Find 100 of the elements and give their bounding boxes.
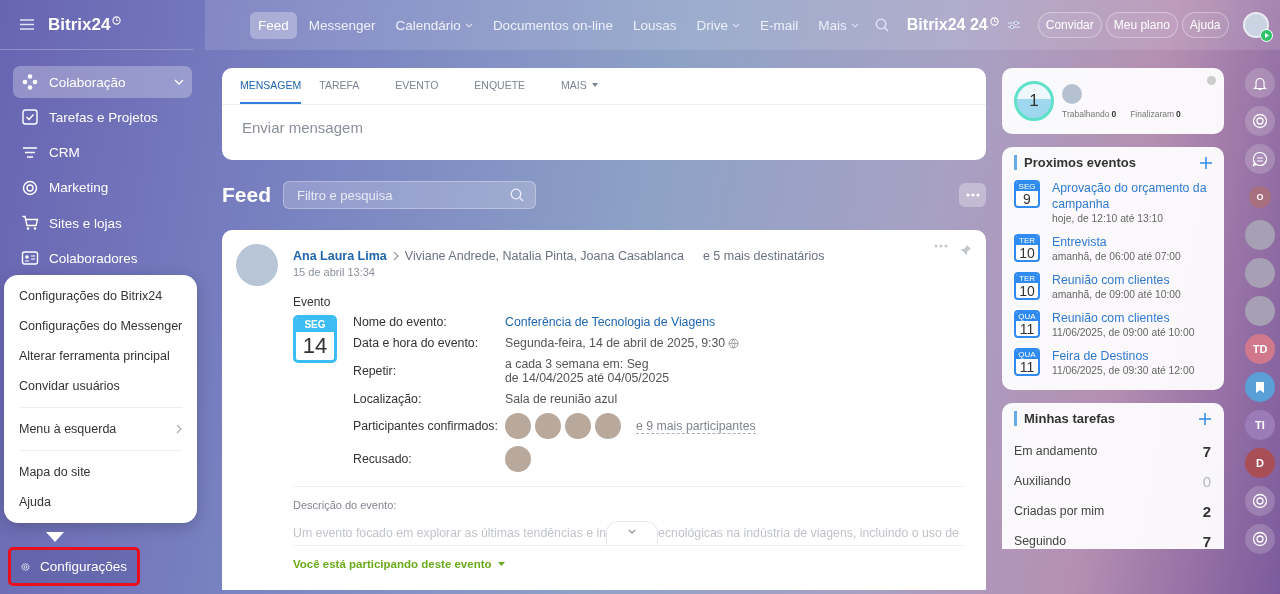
sidebar-item[interactable]: Marketing	[13, 171, 192, 204]
participant-avatar[interactable]	[505, 446, 531, 472]
checkbox-icon	[21, 108, 39, 127]
event-link[interactable]: Entrevista	[1052, 234, 1181, 250]
pulse-counter[interactable]: 1	[1014, 81, 1054, 121]
event-link[interactable]: Feira de Destinos	[1052, 348, 1195, 364]
cart-icon	[21, 214, 39, 233]
composer-tab[interactable]: EVENTO	[395, 68, 457, 104]
task-filter-link[interactable]: Criadas por mim	[1014, 504, 1105, 518]
nav-tab[interactable]: Calendário	[387, 11, 481, 39]
field-value: a cada 3 semana em: Seg de 14/04/2025 até 04/05/2025	[505, 357, 671, 385]
menu-item[interactable]: Alterar ferramenta principal	[4, 341, 198, 371]
menu-icon[interactable]	[20, 19, 34, 30]
menu-item[interactable]: Configurações do Bitrix24	[4, 281, 198, 311]
caret-icon	[732, 22, 740, 28]
recipients[interactable]: Viviane Andrede, Natalia Pinta, Joana Casablanca	[404, 249, 684, 263]
help-icon[interactable]	[1207, 76, 1216, 85]
event-time: amanhã, de 06:00 até 07:00	[1052, 251, 1181, 262]
author-avatar[interactable]	[236, 244, 278, 286]
chat-avatar[interactable]: D	[1245, 448, 1275, 478]
chevron-icon[interactable]	[174, 79, 184, 85]
chat-avatar[interactable]	[1245, 220, 1275, 250]
bookmark-icon[interactable]	[1245, 372, 1275, 402]
nav-tab[interactable]: Feed	[250, 11, 297, 39]
calendar-date-icon: SEG 14	[293, 315, 337, 363]
caret-icon	[497, 562, 505, 566]
sidebar-item[interactable]: Sites e lojas	[13, 207, 192, 240]
participant-avatar[interactable]	[535, 413, 561, 439]
menu-item[interactable]: Convidar usuários	[4, 371, 198, 401]
nav-tab[interactable]: Messenger	[300, 11, 384, 39]
caret-icon	[464, 22, 473, 28]
sidebar-item[interactable]: Colaboração	[13, 66, 192, 98]
clock-icon	[989, 16, 999, 26]
calendar-date-icon: SEG 9	[1014, 180, 1040, 208]
event-time: 11/06/2025, de 09:00 até 10:00	[1052, 327, 1195, 338]
participant-avatar[interactable]	[595, 413, 621, 439]
chat-avatar[interactable]: TI	[1245, 410, 1275, 440]
logo-text[interactable]: Bitrix24	[48, 14, 111, 35]
event-link[interactable]: Reunião com clientes	[1052, 272, 1181, 288]
event-time: hoje, de 12:10 até 13:10	[1052, 213, 1165, 224]
search-icon[interactable]	[510, 188, 524, 202]
event-time: 11/06/2025, de 09:30 até 12:00	[1052, 365, 1195, 376]
menu-item[interactable]: Configurações do Messenger	[4, 311, 198, 341]
participation-status[interactable]: Você está participando deste evento	[293, 558, 964, 570]
sidebar-item[interactable]: Colaboradores	[13, 242, 192, 275]
header-button[interactable]: Convidar	[1037, 12, 1102, 38]
chat-icon[interactable]	[1245, 144, 1275, 174]
task-count: 7	[1202, 442, 1211, 460]
event-link[interactable]: Reunião com clientes	[1052, 310, 1195, 326]
calendar-date-icon: TER 10	[1014, 272, 1040, 300]
chat-avatar[interactable]: O	[1249, 186, 1271, 208]
description-text: ecnológicas na indústria de viagens, incluindo o uso de	[658, 526, 959, 542]
chat-avatar[interactable]: TD	[1245, 334, 1275, 364]
card-title: Proximos eventos	[1014, 155, 1136, 170]
event-link[interactable]: Aprovação do orçamento da campanha	[1052, 180, 1212, 212]
field-label: Data e hora do evento:	[353, 336, 480, 350]
composer-tab[interactable]: MENSAGEM	[240, 68, 302, 104]
sliders-icon[interactable]	[1007, 20, 1020, 30]
more-participants-link[interactable]: e 9 mais participantes	[636, 418, 756, 434]
field-label: Repetir:	[353, 364, 398, 378]
menu-item[interactable]: Ajuda	[4, 487, 198, 517]
header-button[interactable]: Ajuda	[1181, 12, 1229, 38]
calendar-date-icon: QUA 11	[1014, 310, 1040, 338]
task-filter-link[interactable]: Em andamento	[1014, 444, 1098, 458]
task-filter-link[interactable]: Auxiliando	[1014, 474, 1071, 488]
composer-tab[interactable]: TAREFA	[319, 68, 378, 104]
sidebar-item[interactable]: Tarefas e Projetos	[13, 101, 192, 134]
sidebar-item[interactable]: CRM	[13, 136, 192, 169]
portal-name[interactable]: Bitrix24 24	[906, 16, 988, 34]
task-filter-link[interactable]: Seguindo	[1014, 534, 1066, 548]
menu-item[interactable]: Mapa do site	[4, 457, 198, 487]
chat-avatar[interactable]	[1245, 258, 1275, 288]
participant-avatar[interactable]	[505, 413, 531, 439]
participant-avatar[interactable]	[565, 413, 591, 439]
expand-button[interactable]	[606, 521, 659, 545]
event-name-link[interactable]: Conferência de Tecnologia de Viagens	[505, 315, 756, 329]
add-icon[interactable]	[1200, 156, 1212, 169]
field-label: Participantes confirmados:	[353, 419, 499, 433]
composer-tab[interactable]: MAIS	[561, 68, 616, 104]
user-avatar[interactable]	[1062, 83, 1082, 104]
author-link[interactable]: Ana Laura Lima	[293, 249, 387, 263]
menu-item[interactable]: Menu à esquerda	[4, 414, 198, 444]
working-count: Trabalhando 0	[1062, 108, 1117, 119]
search-icon[interactable]	[874, 18, 889, 32]
task-count: 2	[1202, 502, 1211, 520]
field-label: Nome do evento:	[353, 315, 448, 329]
pin-icon[interactable]	[960, 244, 972, 256]
more-button[interactable]	[959, 183, 986, 207]
notifications-icon[interactable]	[1245, 68, 1275, 98]
post-date: 15 de abril 13:34	[293, 266, 376, 278]
composer-tab[interactable]: ENQUETE	[474, 68, 544, 104]
more-recipients-link[interactable]: e 5 mais destinatários	[702, 249, 825, 263]
header-button[interactable]: Meu plano	[1105, 12, 1178, 38]
task-count: 0	[1202, 472, 1211, 490]
settings-button[interactable]: Configurações	[8, 547, 140, 586]
more-icon[interactable]	[934, 244, 948, 248]
chat-avatar[interactable]	[1245, 296, 1275, 326]
feed-title: Feed	[222, 183, 271, 207]
nav-tab[interactable]: Documentos on-line	[484, 11, 621, 39]
dots-icon	[965, 193, 980, 197]
